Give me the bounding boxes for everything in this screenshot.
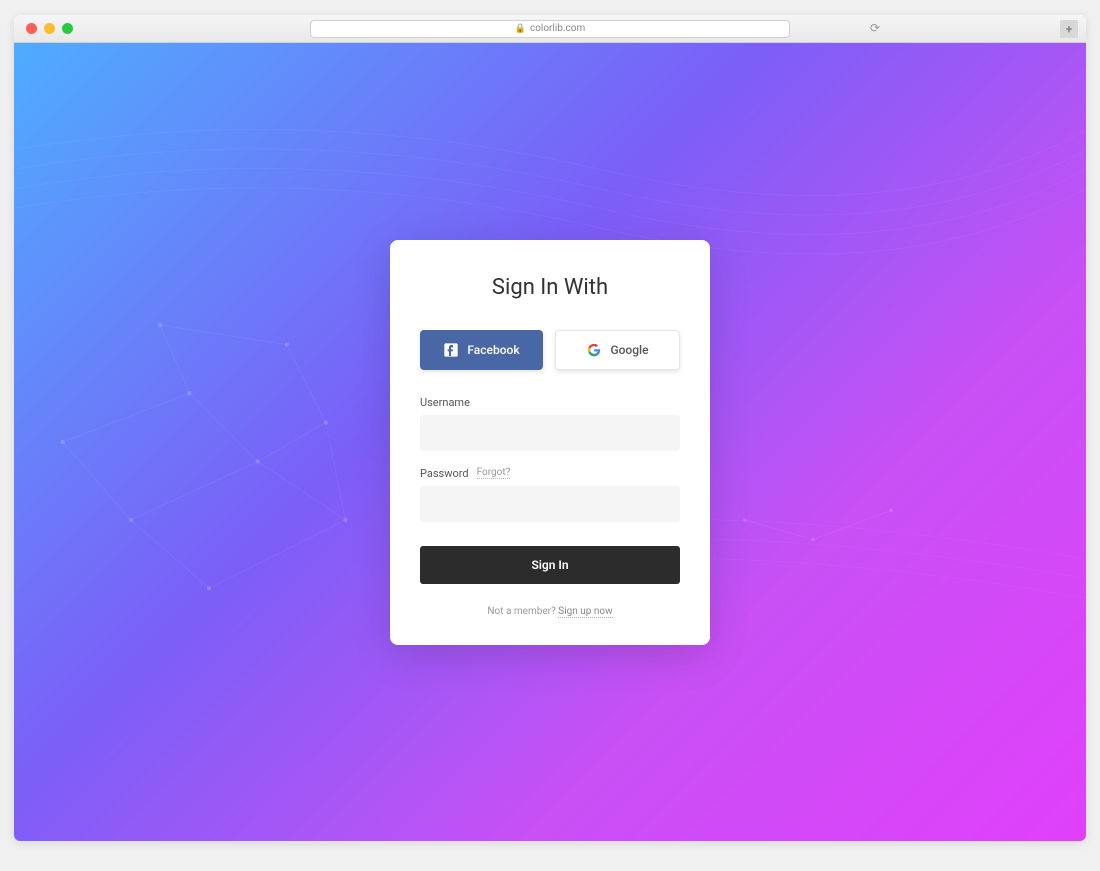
forgot-password-link[interactable]: Forgot? bbox=[477, 467, 511, 479]
signup-link[interactable]: Sign up now bbox=[558, 606, 612, 618]
username-input[interactable] bbox=[420, 415, 680, 451]
signin-button[interactable]: Sign In bbox=[420, 546, 680, 584]
google-label: Google bbox=[610, 343, 648, 357]
facebook-icon bbox=[443, 342, 459, 358]
username-group: Username bbox=[420, 396, 680, 451]
maximize-window-button[interactable] bbox=[62, 23, 73, 34]
lock-icon: 🔒 bbox=[515, 24, 526, 34]
facebook-label: Facebook bbox=[467, 343, 519, 357]
browser-window: 🔒 colorlib.com ⟳ + bbox=[14, 15, 1086, 841]
google-icon bbox=[586, 342, 602, 358]
close-window-button[interactable] bbox=[26, 23, 37, 34]
page-content: Sign In With Facebook bbox=[14, 43, 1086, 841]
facebook-signin-button[interactable]: Facebook bbox=[420, 330, 543, 370]
not-member-text: Not a member? bbox=[487, 606, 558, 617]
browser-toolbar: 🔒 colorlib.com ⟳ + bbox=[14, 15, 1086, 43]
reload-button[interactable]: ⟳ bbox=[870, 21, 886, 37]
minimize-window-button[interactable] bbox=[44, 23, 55, 34]
card-title: Sign In With bbox=[420, 275, 680, 300]
password-input[interactable] bbox=[420, 486, 680, 522]
new-tab-button[interactable]: + bbox=[1060, 20, 1078, 38]
username-label: Username bbox=[420, 396, 470, 409]
social-buttons-row: Facebook Google bbox=[420, 330, 680, 370]
url-text: colorlib.com bbox=[530, 23, 585, 34]
address-bar[interactable]: 🔒 colorlib.com bbox=[310, 20, 790, 38]
password-group: Password Forgot? bbox=[420, 467, 680, 522]
google-signin-button[interactable]: Google bbox=[555, 330, 680, 370]
signup-row: Not a member? Sign up now bbox=[420, 606, 680, 617]
login-card: Sign In With Facebook bbox=[390, 240, 710, 645]
password-label: Password bbox=[420, 467, 469, 480]
